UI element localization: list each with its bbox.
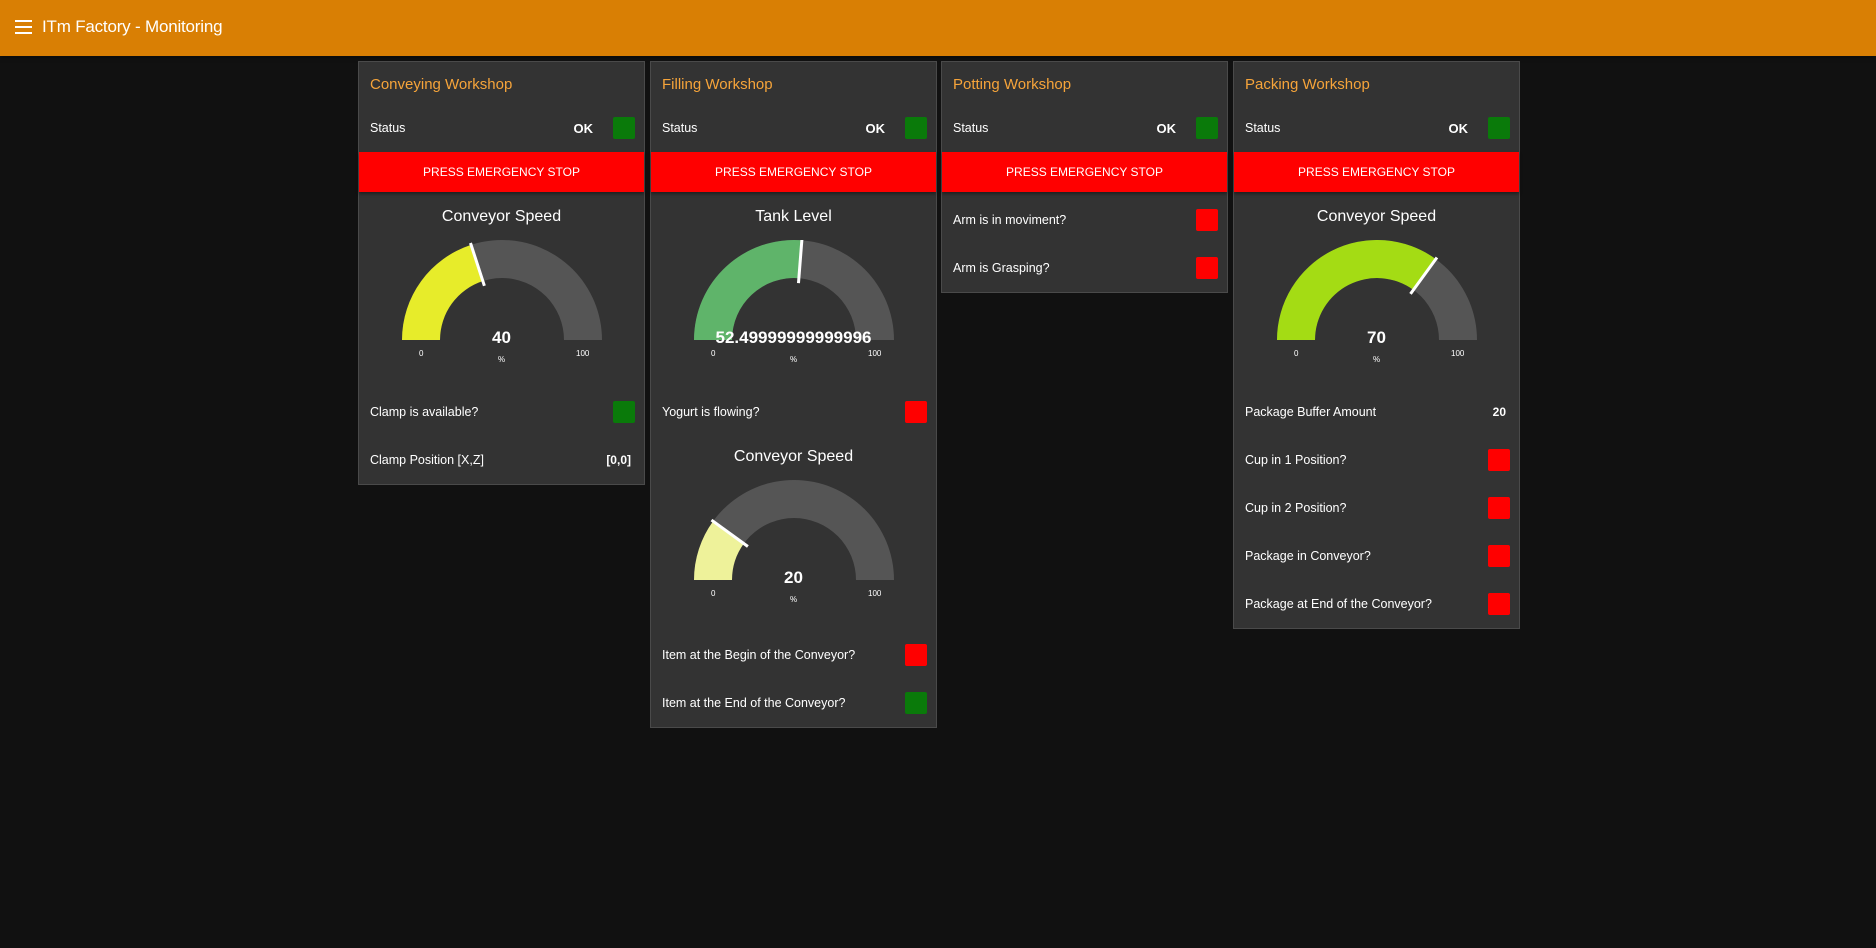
clamp-available-row: Clamp is available? <box>359 388 644 436</box>
top-bar: ITm Factory - Monitoring <box>0 0 1876 56</box>
gauge-max-label: 100 <box>1451 349 1465 358</box>
status-led <box>1488 117 1510 139</box>
item-begin-row: Item at the Begin of the Conveyor? <box>651 631 936 679</box>
hamburger-menu-icon[interactable] <box>15 20 32 34</box>
package-conveyor-label: Package in Conveyor? <box>1245 549 1371 563</box>
gauge-unit: % <box>789 595 798 604</box>
item-end-label: Item at the End of the Conveyor? <box>662 696 846 710</box>
package-end-label: Package at End of the Conveyor? <box>1245 597 1432 611</box>
package-end-row: Package at End of the Conveyor? <box>1234 580 1519 628</box>
conveyor-speed-gauge: Conveyor Speed 20 % 0 100 <box>651 436 936 631</box>
status-value: OK <box>1156 120 1177 136</box>
clamp-available-led <box>613 401 635 423</box>
cup2-led <box>1488 497 1510 519</box>
gauge-value: 20 <box>784 568 803 587</box>
status-led <box>905 117 927 139</box>
gauge-unit: % <box>1372 355 1381 364</box>
arm-grasping-row: Arm is Grasping? <box>942 244 1227 292</box>
yogurt-flowing-row: Yogurt is flowing? <box>651 388 936 436</box>
status-label: Status <box>1245 121 1281 135</box>
package-conveyor-row: Package in Conveyor? <box>1234 532 1519 580</box>
clamp-position-label: Clamp Position [X,Z] <box>370 453 484 467</box>
arm-moving-row: Arm is in moviment? <box>942 196 1227 244</box>
gauge-max-label: 100 <box>868 589 882 598</box>
status-led <box>613 117 635 139</box>
potting-workshop-card: Potting Workshop Status OK PRESS EMERGEN… <box>941 61 1228 293</box>
package-conveyor-led <box>1488 545 1510 567</box>
card-title: Filling Workshop <box>662 76 773 93</box>
conveyor-speed-gauge: Conveyor Speed 70 % 0 100 <box>1234 196 1519 388</box>
cup1-label: Cup in 1 Position? <box>1245 453 1347 467</box>
status-label: Status <box>662 121 698 135</box>
clamp-position-value: [0,0] <box>606 453 631 467</box>
cup1-led <box>1488 449 1510 471</box>
gauge-min-label: 0 <box>419 349 424 358</box>
arm-moving-led <box>1196 209 1218 231</box>
status-led <box>1196 117 1218 139</box>
gauge-title: Conveyor Speed <box>441 208 562 225</box>
app-title: ITm Factory - Monitoring <box>42 17 223 36</box>
filling-workshop-card: Filling Workshop Status OK PRESS EMERGEN… <box>650 61 937 728</box>
gauge-fill <box>694 240 802 340</box>
gauge-unit: % <box>789 355 798 364</box>
arm-grasping-led <box>1196 257 1218 279</box>
cup1-row: Cup in 1 Position? <box>1234 436 1519 484</box>
status-row: Status OK <box>1234 104 1519 152</box>
item-begin-led <box>905 644 927 666</box>
clamp-available-label: Clamp is available? <box>370 405 479 419</box>
gauge-value: 40 <box>492 328 511 347</box>
item-begin-label: Item at the Begin of the Conveyor? <box>662 648 856 662</box>
gauge-unit: % <box>497 355 506 364</box>
gauge-fill <box>402 244 483 340</box>
status-label: Status <box>370 121 406 135</box>
conveyor-speed-gauge: Conveyor Speed 40 % 0 100 <box>359 196 644 388</box>
clamp-position-row: Clamp Position [X,Z] [0,0] <box>359 436 644 484</box>
gauge-title: Tank Level <box>755 208 832 225</box>
package-buffer-row: Package Buffer Amount 20 <box>1234 388 1519 436</box>
emergency-stop-button[interactable]: PRESS EMERGENCY STOP <box>942 152 1227 192</box>
emergency-stop-button[interactable]: PRESS EMERGENCY STOP <box>359 152 644 192</box>
status-row: Status OK <box>359 104 644 152</box>
status-value: OK <box>1448 120 1469 136</box>
gauge-value: 52.49999999999996 <box>715 328 872 347</box>
emergency-stop-button[interactable]: PRESS EMERGENCY STOP <box>651 152 936 192</box>
card-title: Packing Workshop <box>1245 76 1370 93</box>
status-value: OK <box>865 120 886 136</box>
tank-level-gauge: Tank Level 52.49999999999996 % 0 100 <box>651 196 936 388</box>
status-row: Status OK <box>651 104 936 152</box>
package-buffer-label: Package Buffer Amount <box>1245 405 1377 419</box>
card-title: Potting Workshop <box>953 76 1072 93</box>
gauge-max-label: 100 <box>576 349 590 358</box>
item-end-row: Item at the End of the Conveyor? <box>651 679 936 727</box>
arm-grasping-label: Arm is Grasping? <box>953 261 1050 275</box>
yogurt-flowing-label: Yogurt is flowing? <box>662 405 760 419</box>
cup2-row: Cup in 2 Position? <box>1234 484 1519 532</box>
card-title: Conveying Workshop <box>370 76 513 93</box>
yogurt-flowing-led <box>905 401 927 423</box>
status-label: Status <box>953 121 989 135</box>
cup2-label: Cup in 2 Position? <box>1245 501 1347 515</box>
gauge-value: 70 <box>1367 328 1386 347</box>
packing-workshop-card: Packing Workshop Status OK PRESS EMERGEN… <box>1233 61 1520 629</box>
item-end-led <box>905 692 927 714</box>
arm-moving-label: Arm is in moviment? <box>953 213 1067 227</box>
package-end-led <box>1488 593 1510 615</box>
gauge-title: Conveyor Speed <box>1316 208 1437 225</box>
status-row: Status OK <box>942 104 1227 152</box>
gauge-title: Conveyor Speed <box>733 448 854 465</box>
package-buffer-value: 20 <box>1492 405 1506 419</box>
status-value: OK <box>573 120 594 136</box>
gauge-min-label: 0 <box>1294 349 1299 358</box>
gauge-max-label: 100 <box>868 349 882 358</box>
gauge-min-label: 0 <box>711 349 716 358</box>
gauge-min-label: 0 <box>711 589 716 598</box>
conveying-workshop-card: Conveying Workshop Status OK PRESS EMERG… <box>358 61 645 485</box>
emergency-stop-button[interactable]: PRESS EMERGENCY STOP <box>1234 152 1519 192</box>
